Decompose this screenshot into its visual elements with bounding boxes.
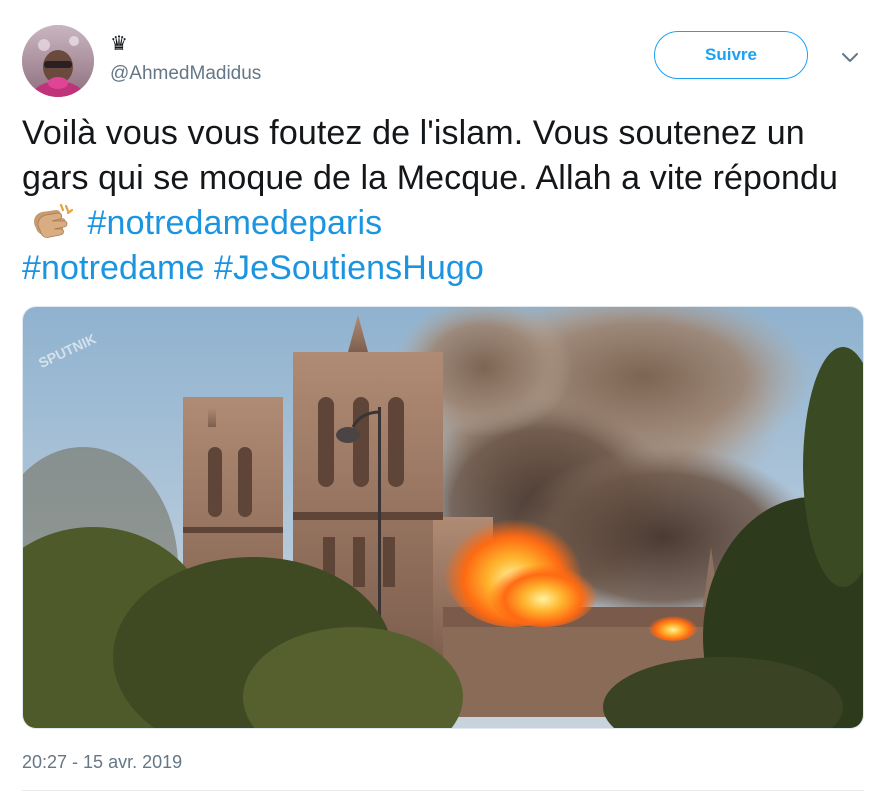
tweet-space <box>78 204 88 242</box>
chevron-down-icon[interactable] <box>838 48 862 68</box>
tweet-text: Voilà vous vous foutez de l'islam. Vous … <box>22 111 867 291</box>
avatar[interactable] <box>22 25 94 97</box>
hashtag-link[interactable]: #notredamedeparis <box>88 204 383 242</box>
tweet-card: ♛ @AhmedMadidus Suivre Voilà vous vous f… <box>0 0 882 792</box>
notre-dame-fire-photo: SPUTNIK <box>23 307 863 728</box>
tweet-body-text: Voilà vous vous foutez de l'islam. Vous … <box>22 114 839 197</box>
clapping-hands-emoji-icon <box>22 202 78 242</box>
follow-button[interactable]: Suivre <box>654 31 808 79</box>
tweet-photo[interactable]: SPUTNIK <box>22 306 864 729</box>
avatar-image <box>22 25 94 97</box>
divider <box>22 790 864 791</box>
user-handle[interactable]: @AhmedMadidus <box>110 64 261 84</box>
display-name[interactable]: ♛ <box>110 34 128 54</box>
hashtag-link[interactable]: #notredame <box>22 249 204 287</box>
tweet-timestamp[interactable]: 20:27 - 15 avr. 2019 <box>22 751 182 773</box>
hashtag-link[interactable]: #JeSoutiensHugo <box>214 249 484 287</box>
